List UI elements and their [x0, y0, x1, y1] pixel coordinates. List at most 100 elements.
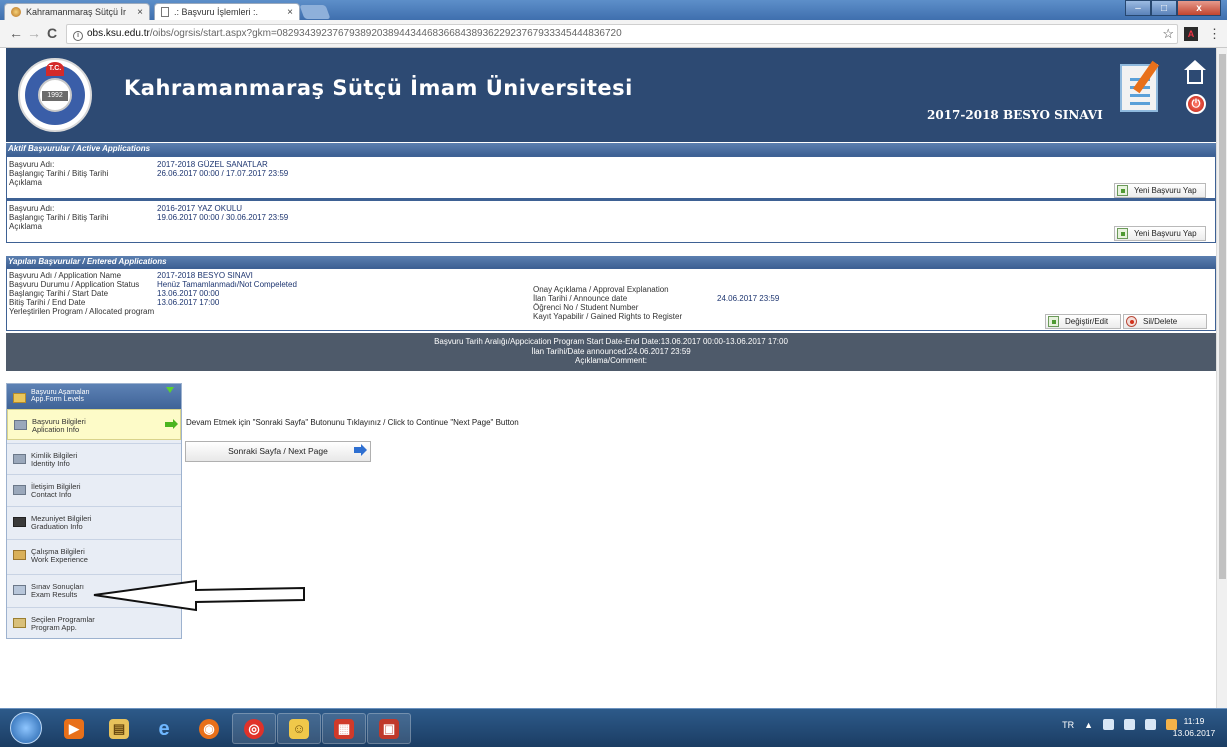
back-arrow-icon[interactable]: ← [8, 25, 24, 41]
new-application-button[interactable]: Yeni Başvuru Yap [1114, 183, 1206, 198]
button-label: Yeni Başvuru Yap [1134, 186, 1197, 195]
forward-arrow-icon[interactable]: → [26, 25, 42, 41]
language-indicator[interactable]: TR [1062, 720, 1074, 730]
app-dates-value: 26.06.2017 00:00 / 17.07.2017 23:59 [157, 169, 289, 178]
end-date-label: Bitiş Tarihi / End Date [9, 298, 86, 307]
application-status-label: Başvuru Durumu / Application Status [9, 280, 140, 289]
folder-app-icon[interactable]: ☺ [277, 713, 321, 744]
internet-explorer-glyph: e [158, 717, 170, 740]
briefcase-icon [13, 550, 26, 560]
url-input[interactable]: i obs.ksu.edu.tr/oibs/ogrsis/start.aspx?g… [66, 24, 1178, 44]
media-player-icon[interactable]: ▶ [52, 713, 96, 744]
button-label: Sil/Delete [1143, 317, 1178, 326]
taskbar-clock[interactable]: 11:19 13.06.2017 [1170, 715, 1218, 739]
home-icon[interactable] [1184, 60, 1206, 84]
maximize-button[interactable]: □ [1151, 0, 1177, 16]
windows-start-icon[interactable] [10, 712, 42, 744]
close-tab-icon[interactable]: × [137, 7, 143, 18]
close-tab-icon[interactable]: × [287, 7, 293, 18]
sidebar-item-work-experience[interactable]: Çalışma Bilgileri Work Experience [7, 539, 181, 570]
tray-expand-icon[interactable]: ▲ [1084, 720, 1093, 730]
edit-icon [1048, 316, 1059, 327]
window-controls: – □ x [1125, 0, 1221, 16]
register-rights-label: Kayıt Yapabilir / Gained Rights to Regis… [533, 312, 683, 321]
button-label: Yeni Başvuru Yap [1134, 229, 1197, 238]
chrome-icon[interactable]: ◎ [232, 713, 276, 744]
sidebar-item-graduation-info[interactable]: Mezuniyet Bilgileri Graduation Info [7, 506, 181, 537]
internet-explorer-icon[interactable]: e [142, 713, 186, 744]
sidebar-item-label-en: Contact Info [31, 489, 72, 499]
folder-app-glyph: ☺ [289, 718, 309, 739]
page-scrollbar[interactable] [1216, 48, 1227, 708]
collapse-triangle-icon[interactable] [166, 387, 174, 393]
clock-date: 13.06.2017 [1172, 728, 1216, 738]
graduation-cap-icon [13, 517, 26, 527]
url-path: /oibs/ogrsis/start.aspx?gkm=082934392376… [149, 28, 622, 39]
network-icon[interactable] [1145, 719, 1156, 730]
app-red-icon[interactable]: ▦ [322, 713, 366, 744]
announce-date-label: İlan Tarihi / Announce date [533, 294, 628, 303]
application-name-value: 2017-2018 BESYO SINAVI [157, 271, 253, 280]
contact-icon [13, 485, 26, 495]
date-range-text: Başvuru Tarih Aralığı/Appcication Progra… [434, 337, 788, 346]
sidebar-item-identity-info[interactable]: Kimlik Bilgileri Identity Info [7, 443, 181, 474]
doc-line [1130, 94, 1150, 97]
system-tray: TR ▲ [1062, 719, 1177, 730]
site-info-icon[interactable]: i [73, 31, 83, 41]
edit-button[interactable]: Değiştir/Edit [1045, 314, 1121, 329]
minimize-button[interactable]: – [1125, 0, 1151, 16]
new-application-button[interactable]: Yeni Başvuru Yap [1114, 226, 1206, 241]
next-page-button[interactable]: Sonraki Sayfa / Next Page [185, 441, 371, 462]
university-title: Kahramanmaraş Sütçü İmam Üniversitesi [124, 76, 633, 100]
continue-instruction: Devam Etmek için "Sonraki Sayfa" Butonun… [186, 418, 519, 427]
app-name-label: Başvuru Adı: [9, 204, 55, 213]
sidebar-item-application-info[interactable]: Başvuru Bilgileri Aplication Info [7, 409, 181, 440]
app-red-glyph: ▦ [334, 718, 354, 739]
browser-menu-icon[interactable]: ⋮ [1208, 26, 1221, 42]
sidebar-item-contact-info[interactable]: İletişim Bilgileri Contact Info [7, 474, 181, 505]
start-date-value: 13.06.2017 00:00 [157, 289, 220, 298]
sidebar-title-tr: Başvuru Aşamaları [31, 389, 90, 396]
sidebar-item-label-en: Work Experience [31, 554, 88, 564]
page-icon [161, 7, 169, 17]
media-player-glyph: ▶ [64, 718, 84, 739]
file-explorer-icon[interactable]: ▤ [97, 713, 141, 744]
firefox-icon[interactable]: ◉ [187, 713, 231, 744]
bookmark-star-icon[interactable]: ☆ [1162, 26, 1174, 42]
new-application-icon [1117, 228, 1128, 239]
url-host: obs.ksu.edu.tr [87, 28, 150, 39]
app-dates-label: Başlangıç Tarihi / Bitiş Tarihi [9, 213, 109, 222]
sidebar-item-label-en: Aplication Info [32, 424, 80, 434]
arrow-right-icon [354, 444, 367, 456]
close-window-button[interactable]: x [1177, 0, 1221, 16]
tab-kahramanmaras[interactable]: Kahramanmaraş Sütçü İr × [4, 3, 150, 20]
application-info-bar: Başvuru Tarih Aralığı/Appcication Progra… [6, 333, 1216, 371]
scrollbar-thumb[interactable] [1219, 54, 1226, 579]
chrome-glyph: ◎ [244, 718, 264, 739]
sidebar-item-label-en: Identity Info [31, 458, 70, 468]
university-favicon-icon [11, 7, 21, 17]
exam-title: 2017-2018 BESYO SINAVI [927, 108, 1103, 122]
sidebar-header[interactable]: Başvuru Aşamaları App.Form Levels [7, 384, 181, 409]
app-dates-value: 19.06.2017 00:00 / 30.06.2017 23:59 [157, 213, 289, 222]
flag-icon[interactable] [1124, 719, 1135, 730]
button-label: Değiştir/Edit [1065, 317, 1109, 326]
reload-icon[interactable]: C [44, 25, 60, 41]
app-presentation-icon[interactable]: ▣ [367, 713, 411, 744]
student-number-label: Öğrenci No / Student Number [533, 303, 639, 312]
delete-button[interactable]: Sil/Delete [1123, 314, 1207, 329]
comment-text: Açıklama/Comment: [574, 356, 648, 365]
new-tab-button[interactable] [299, 5, 331, 19]
app-presentation-glyph: ▣ [379, 718, 399, 739]
sidebar-title-en: App.Form Levels [31, 396, 84, 403]
app-name-value: 2017-2018 GÜZEL SANATLAR [157, 160, 268, 169]
power-icon[interactable]: ⏻ [1186, 94, 1206, 114]
tab-basvuru-islemleri[interactable]: .: Başvuru İşlemleri :. × [154, 3, 300, 20]
action-center-icon[interactable] [1103, 719, 1114, 730]
start-date-label: Başlangıç Tarihi / Start Date [9, 289, 109, 298]
application-name-label: Başvuru Adı / Application Name [9, 271, 122, 280]
entered-application: Başvuru Adı / Application Name Başvuru D… [6, 267, 1216, 331]
address-bar: ← → C i obs.ksu.edu.tr/oibs/ogrsis/start.… [0, 20, 1227, 48]
pdf-extension-icon[interactable]: A [1184, 27, 1198, 41]
delete-icon [1126, 316, 1137, 327]
